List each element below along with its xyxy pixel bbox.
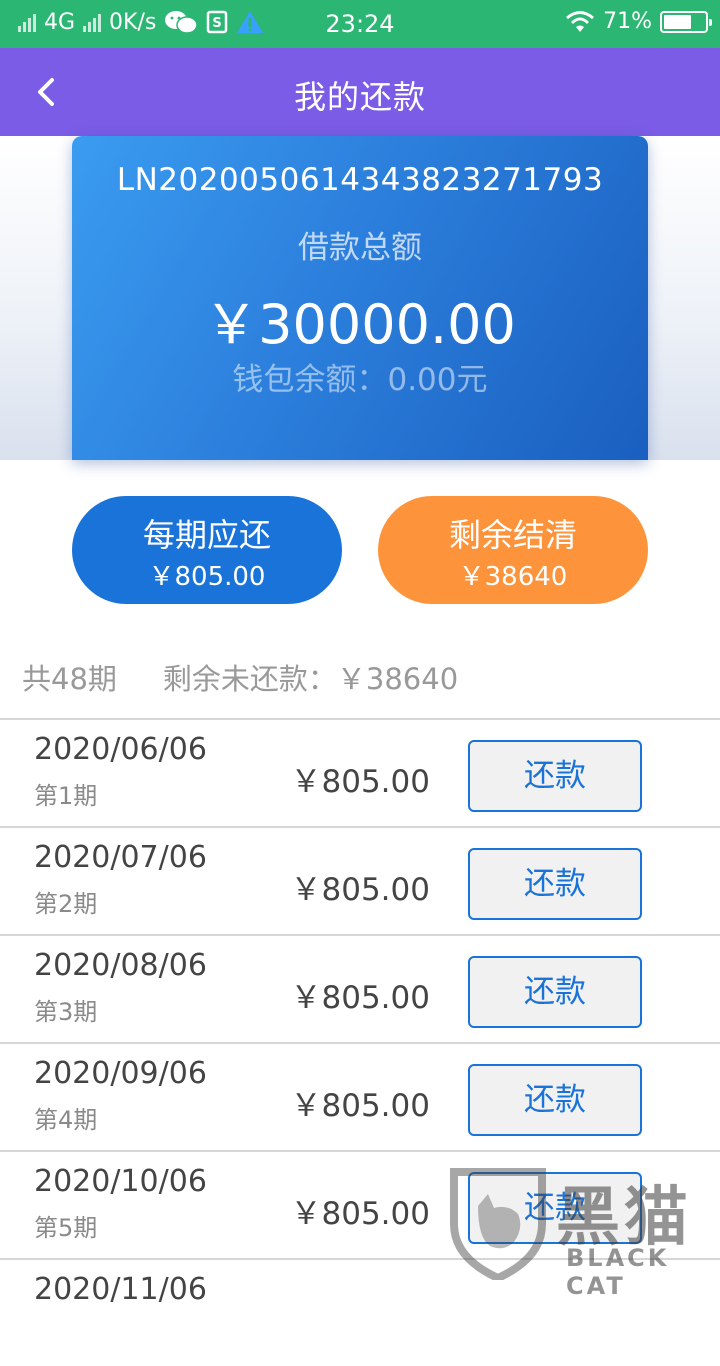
installment-list: 2020/06/06 第1期 ￥805.00 还款 2020/07/06 第2期… xyxy=(0,718,720,1366)
payoff-title: 剩余结清 xyxy=(448,516,577,554)
per-period-amount: ￥805.00 xyxy=(148,562,266,592)
total-amount: ￥30000.00 xyxy=(204,293,516,356)
installment-amount: ￥805.00 xyxy=(290,764,430,800)
total-periods: 共48期 xyxy=(22,662,117,696)
repay-button[interactable]: 还款 xyxy=(468,848,642,920)
installment-amount: ￥805.00 xyxy=(290,1196,430,1232)
battery-icon xyxy=(660,10,712,33)
installment-date: 2020/06/06 xyxy=(34,732,207,767)
status-right: 71% xyxy=(565,9,712,34)
installment-period: 第3期 xyxy=(34,998,98,1026)
repayment-summary: 共48期 剩余未还款：￥38640 xyxy=(22,656,458,698)
installment-date: 2020/08/06 xyxy=(34,948,207,983)
page-title: 我的还款 xyxy=(293,78,426,116)
payoff-button[interactable]: 剩余结清 ￥38640 xyxy=(378,496,648,604)
installment-period: 第2期 xyxy=(34,890,98,918)
repay-button[interactable]: 还款 xyxy=(468,956,642,1028)
installment-amount: ￥805.00 xyxy=(290,872,430,908)
wallet-balance: 钱包余额：0.00元 xyxy=(232,362,488,398)
list-item: 2020/06/06 第1期 ￥805.00 还款 xyxy=(0,718,720,826)
remaining-balance: 剩余未还款：￥38640 xyxy=(162,662,459,696)
list-item: 2020/11/06 xyxy=(0,1258,720,1366)
battery-fill xyxy=(664,14,692,29)
status-bar: 4G 0K/s S 23:24 71% xyxy=(0,0,720,48)
total-label: 借款总额 xyxy=(298,230,422,266)
installment-period: 第4期 xyxy=(34,1106,98,1134)
loan-card: LN20200506143438232717​93 借款总额 ￥30000.00… xyxy=(72,136,648,460)
list-item: 2020/09/06 第4期 ￥805.00 还款 xyxy=(0,1042,720,1150)
installment-date: 2020/11/06 xyxy=(34,1272,207,1307)
list-item: 2020/08/06 第3期 ￥805.00 还款 xyxy=(0,934,720,1042)
installment-amount: ￥805.00 xyxy=(290,1088,430,1124)
per-period-title: 每期应还 xyxy=(142,516,271,554)
installment-amount: ￥805.00 xyxy=(290,980,430,1016)
battery-percent: 71% xyxy=(603,9,652,34)
repay-button[interactable]: 还款 xyxy=(468,1064,642,1136)
installment-period: 第1期 xyxy=(34,782,98,810)
installment-date: 2020/07/06 xyxy=(34,840,207,875)
per-period-button[interactable]: 每期应还 ￥805.00 xyxy=(72,496,342,604)
wifi-icon xyxy=(566,10,594,32)
nav-bar: 我的还款 xyxy=(0,48,720,136)
payoff-amount: ￥38640 xyxy=(458,562,568,592)
repay-button[interactable]: 还款 xyxy=(468,740,642,812)
loan-number: LN20200506143438232717​93 xyxy=(116,162,604,198)
list-item: 2020/07/06 第2期 ￥805.00 还款 xyxy=(0,826,720,934)
installment-date: 2020/10/06 xyxy=(34,1164,207,1199)
installment-period: 第5期 xyxy=(34,1214,98,1242)
repay-button[interactable]: 还款 xyxy=(468,1172,642,1244)
list-item: 2020/10/06 第5期 ￥805.00 还款 xyxy=(0,1150,720,1258)
installment-date: 2020/09/06 xyxy=(34,1056,207,1091)
